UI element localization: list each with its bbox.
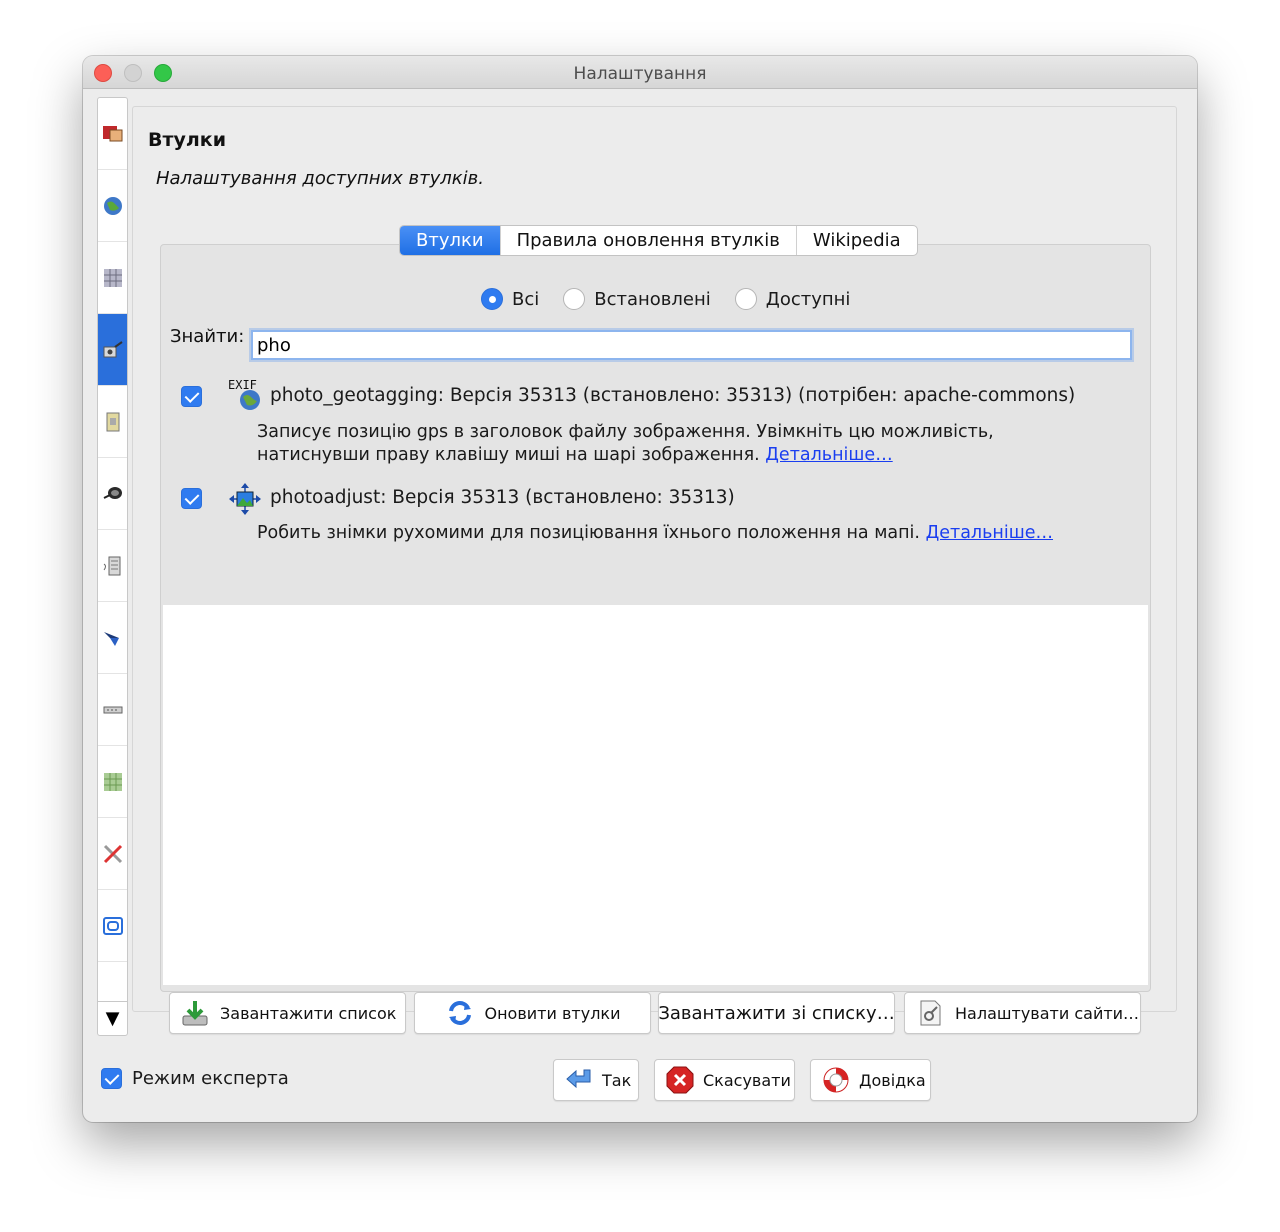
tab-wikipedia[interactable]: Wikipedia	[797, 226, 917, 255]
validator-icon	[103, 772, 122, 791]
expert-mode-label: Режим експерта	[132, 1068, 289, 1089]
plugin-photo-geotagging-title: photo_geotagging: Версія 35313 (встановл…	[270, 385, 1076, 406]
site-settings-icon	[920, 1000, 941, 1026]
ok-arrow-icon	[566, 1069, 591, 1089]
update-plugins-button[interactable]: Оновити втулки	[414, 992, 651, 1034]
ok-button[interactable]: Так	[553, 1059, 639, 1101]
radio-indicator	[481, 288, 503, 310]
configure-sites-button[interactable]: Налаштувати сайти…	[904, 992, 1141, 1034]
expert-mode-checkbox[interactable]	[101, 1068, 122, 1089]
plugin-photo-geotagging-description: Записує позицію gps в заголовок файлу зо…	[257, 422, 994, 442]
plugin-photoadjust-description: Робить знімки рухомими для позиціювання …	[257, 521, 1053, 545]
page-title: Втулки	[148, 129, 227, 151]
configure-sites-label: Налаштувати сайти…	[955, 1003, 1140, 1023]
plugin-photo-geotagging-description-2: натиснувши праву клавішу миші на шарі зо…	[257, 443, 893, 467]
search-input[interactable]	[251, 330, 1132, 360]
preferences-main-panel: Втулки Налаштування доступних втулків. В…	[132, 106, 1177, 1034]
filter-all-radio[interactable]: Всі	[481, 288, 539, 310]
filter-available-label: Доступні	[765, 288, 851, 310]
map-grid-icon	[103, 268, 122, 287]
preferences-sidebar: ▼	[97, 97, 128, 1036]
cancel-label: Скасувати	[703, 1070, 791, 1090]
description-text: натиснувши праву клавішу миші на шарі зо…	[257, 445, 760, 465]
globe-icon	[103, 196, 122, 215]
ok-label: Так	[602, 1070, 632, 1090]
tools-icon	[103, 844, 122, 863]
help-button[interactable]: Довідка	[810, 1059, 931, 1101]
download-icon	[182, 1001, 208, 1026]
tab-plugins[interactable]: Втулки	[400, 226, 501, 255]
sidebar-item-imagery[interactable]	[98, 890, 127, 962]
download-list-label: Завантажити список	[220, 1003, 397, 1023]
map-paint-icon	[106, 412, 119, 431]
cancel-icon	[666, 1066, 694, 1094]
lifebuoy-icon	[823, 1067, 849, 1093]
tab-bar: Втулки Правила оновлення втулків Wikiped…	[399, 225, 918, 256]
plugin-photo-geotagging-details-link[interactable]: Детальніше…	[765, 445, 892, 465]
sidebar-item-display[interactable]	[98, 98, 127, 170]
plugin-photo-geotagging-checkbox[interactable]	[181, 386, 202, 407]
help-label: Довідка	[859, 1070, 926, 1090]
display-icon	[102, 125, 122, 141]
search-label: Знайти:	[170, 326, 245, 347]
projection-icon	[103, 486, 122, 499]
sidebar-item-map-paint[interactable]	[98, 386, 127, 458]
plugin-icon	[103, 340, 123, 357]
update-plugins-label: Оновити втулки	[484, 1003, 621, 1023]
expert-mode-toggle[interactable]: Режим експерта	[101, 1068, 289, 1089]
sidebar-item-plugins[interactable]	[98, 314, 127, 386]
filter-installed-radio[interactable]: Встановлені	[563, 288, 711, 310]
plugin-photoadjust-details-link[interactable]: Детальніше…	[926, 523, 1053, 543]
sidebar-scroll-down-arrow[interactable]: ▼	[98, 1001, 127, 1035]
window-title: Налаштування	[573, 64, 707, 84]
download-from-list-button[interactable]: Завантажити зі списку…	[658, 992, 895, 1034]
exif-globe-icon: EXIF	[228, 378, 262, 413]
photoadjust-icon	[228, 482, 262, 516]
download-from-list-label: Завантажити зі списку…	[658, 1002, 895, 1024]
sidebar-item-drawing[interactable]	[98, 242, 127, 314]
move-photo-icon	[229, 483, 261, 515]
title-bar: Налаштування	[83, 56, 1197, 89]
preferences-window: Налаштування ▼ Втулки Налаштування досту…	[83, 56, 1197, 1122]
filter-all-label: Всі	[512, 288, 540, 310]
description-text: Робить знімки рухомими для позиціювання …	[257, 523, 920, 543]
radio-indicator	[563, 288, 586, 310]
remote-control-icon	[103, 631, 119, 646]
filter-installed-label: Встановлені	[594, 288, 711, 310]
sidebar-item-validator[interactable]	[98, 746, 127, 818]
shortcut-icon	[103, 706, 122, 713]
sidebar-item-shortcuts[interactable]	[98, 674, 127, 746]
filter-available-radio[interactable]: Доступні	[734, 288, 851, 310]
plugin-photoadjust-checkbox[interactable]	[181, 488, 202, 509]
plugin-photoadjust-title: photoadjust: Версія 35313 (встановлено: …	[270, 487, 735, 508]
sidebar-item-presets[interactable]	[98, 530, 127, 602]
page-subtitle: Налаштування доступних втулків.	[156, 168, 484, 189]
download-list-button[interactable]: Завантажити список	[169, 992, 406, 1034]
sidebar-item-remote-control[interactable]	[98, 602, 127, 674]
refresh-icon	[448, 1001, 471, 1025]
presets-icon	[103, 556, 120, 575]
globe-icon	[240, 390, 260, 410]
sidebar-item-projection[interactable]	[98, 458, 127, 530]
imagery-icon	[102, 916, 123, 935]
plugin-list-empty-area	[163, 605, 1148, 985]
sidebar-item-tools[interactable]	[98, 818, 127, 890]
radio-indicator	[734, 288, 757, 310]
tab-plugin-update-policy[interactable]: Правила оновлення втулків	[501, 226, 797, 255]
cancel-button[interactable]: Скасувати	[654, 1059, 795, 1101]
plugin-filter-group: Всі Встановлені Доступні	[481, 288, 850, 310]
sidebar-item-connection[interactable]	[98, 170, 127, 242]
